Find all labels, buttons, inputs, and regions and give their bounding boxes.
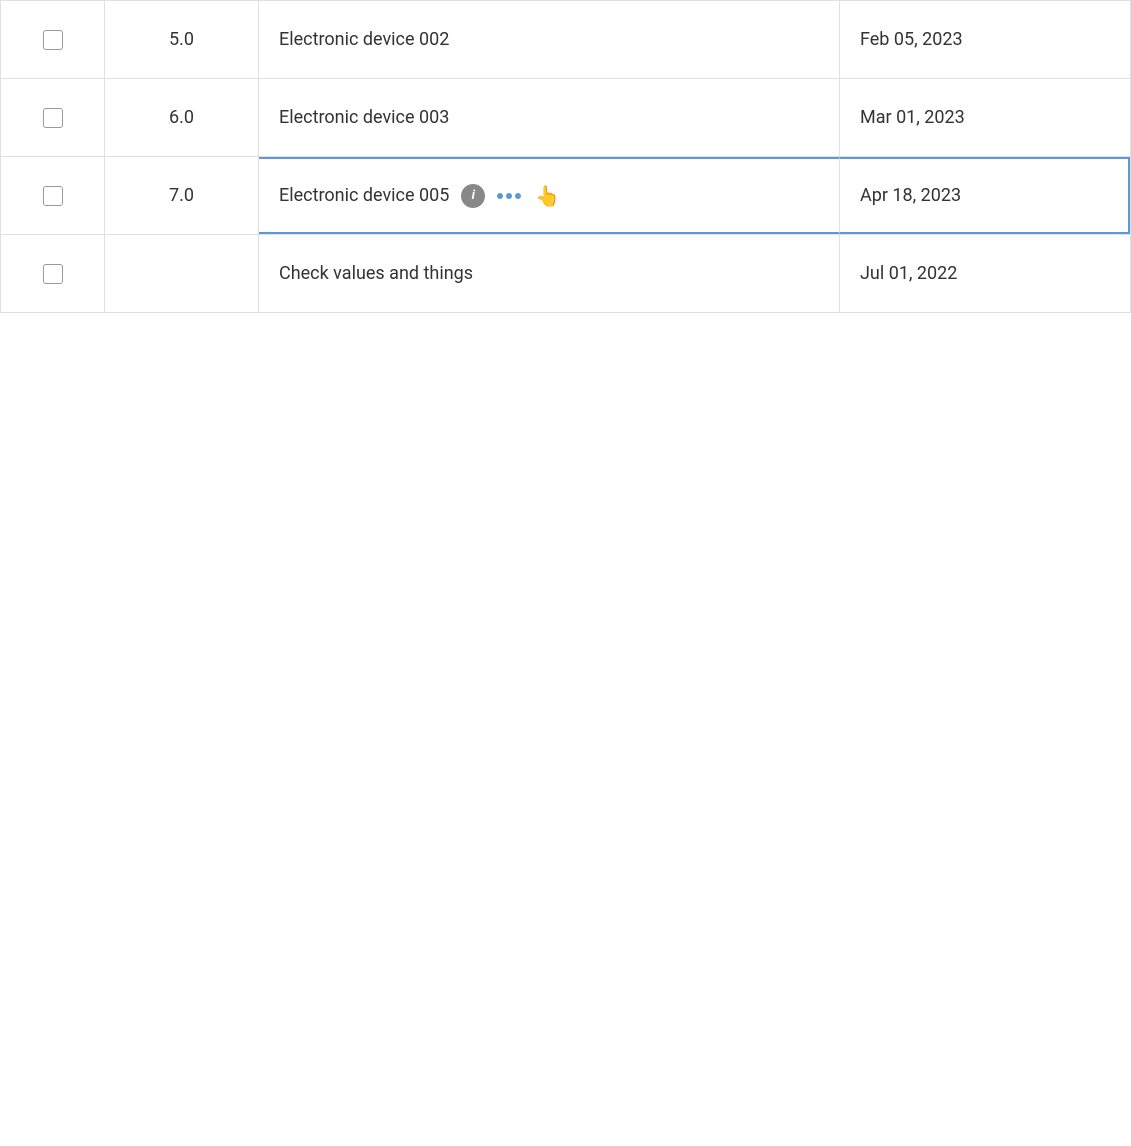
cursor-icon: 👆 [535, 184, 560, 208]
date-cell: Feb 05, 2023 [840, 1, 1130, 78]
data-table: 5.0 Electronic device 002 Feb 05, 2023 6… [0, 0, 1131, 313]
date-cell: Mar 01, 2023 [840, 79, 1130, 156]
row-number: 5.0 [169, 29, 194, 50]
name-cell: Check values and things [259, 235, 840, 312]
name-cell: Electronic device 003 [259, 79, 840, 156]
number-cell [105, 235, 259, 312]
table-row: 5.0 Electronic device 002 Feb 05, 2023 [1, 1, 1130, 79]
checkbox-cell [1, 157, 105, 234]
row-checkbox[interactable] [43, 264, 63, 284]
table-row: 6.0 Electronic device 003 Mar 01, 2023 [1, 79, 1130, 157]
table-row-highlighted: 7.0 Electronic device 005 i 👆 Apr 18, 20… [1, 157, 1130, 235]
row-number: 7.0 [169, 185, 194, 206]
row-date: Apr 18, 2023 [860, 185, 961, 206]
name-cell: Electronic device 005 i 👆 [259, 157, 840, 234]
number-cell: 6.0 [105, 79, 259, 156]
checkbox-cell [1, 1, 105, 78]
dot-2 [506, 193, 512, 199]
checkbox-cell [1, 79, 105, 156]
empty-space [0, 313, 1131, 1113]
dot-3 [515, 193, 521, 199]
name-cell: Electronic device 002 [259, 1, 840, 78]
row-checkbox[interactable] [43, 186, 63, 206]
row-name: Electronic device 005 [279, 185, 449, 206]
row-number: 6.0 [169, 107, 194, 128]
table-row: Check values and things Jul 01, 2022 [1, 235, 1130, 313]
number-cell: 5.0 [105, 1, 259, 78]
row-date: Jul 01, 2022 [860, 263, 957, 284]
info-icon[interactable]: i [461, 184, 485, 208]
number-cell: 7.0 [105, 157, 259, 234]
row-name: Electronic device 002 [279, 29, 449, 50]
row-checkbox[interactable] [43, 108, 63, 128]
row-date: Feb 05, 2023 [860, 29, 963, 50]
date-cell: Jul 01, 2022 [840, 235, 1130, 312]
checkbox-cell [1, 235, 105, 312]
date-cell: Apr 18, 2023 [840, 157, 1130, 234]
row-checkbox[interactable] [43, 30, 63, 50]
dot-1 [497, 193, 503, 199]
more-options-button[interactable] [497, 193, 521, 199]
row-name: Electronic device 003 [279, 107, 449, 128]
row-name: Check values and things [279, 263, 473, 284]
row-date: Mar 01, 2023 [860, 107, 965, 128]
